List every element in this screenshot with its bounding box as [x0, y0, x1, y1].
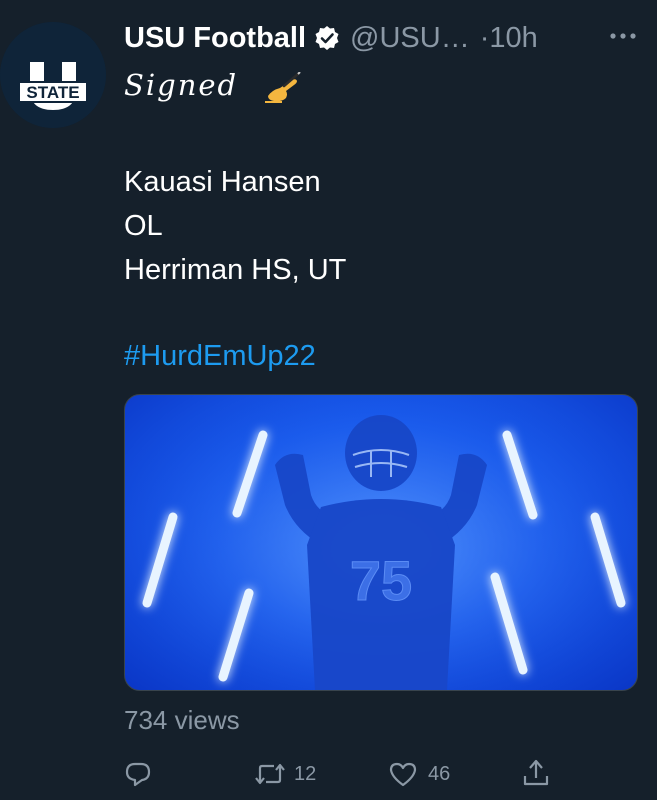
like-icon: [388, 760, 418, 788]
share-button[interactable]: [522, 758, 550, 788]
tweet-line-position: OL: [124, 210, 163, 242]
verified-icon: [314, 25, 340, 51]
tweet-line-school: Herriman HS, UT: [124, 254, 347, 286]
tweet-actions: 12 46: [124, 758, 564, 790]
tweet-line-name: Kauasi Hansen: [124, 166, 321, 198]
media-graphic: 75: [125, 395, 637, 690]
share-icon: [522, 758, 550, 788]
author-avatar[interactable]: STATE: [0, 22, 106, 128]
tweet-media[interactable]: 75: [124, 394, 638, 691]
svg-text:75: 75: [350, 549, 412, 612]
like-button[interactable]: 46: [388, 760, 450, 788]
like-count: 46: [428, 762, 451, 785]
hashtag-link[interactable]: #HurdEmUp22: [124, 340, 316, 373]
usu-logo: STATE: [0, 22, 106, 128]
tweet-header: USU Football @USU… ·10h: [124, 14, 637, 62]
retweet-button[interactable]: 12: [254, 760, 316, 788]
view-count: 734 views: [124, 705, 240, 735]
signed-text: Signed: [124, 68, 239, 102]
writing-hand-icon: [262, 71, 302, 104]
more-icon[interactable]: [609, 28, 637, 39]
tweet-timestamp[interactable]: ·10h: [480, 22, 538, 55]
author-name[interactable]: USU Football: [124, 22, 306, 55]
reply-icon: [124, 760, 152, 788]
retweet-count: 12: [294, 762, 317, 785]
svg-text:STATE: STATE: [26, 83, 79, 102]
retweet-icon: [254, 760, 286, 788]
reply-button[interactable]: [124, 760, 152, 788]
author-handle[interactable]: @USU…: [350, 22, 470, 55]
